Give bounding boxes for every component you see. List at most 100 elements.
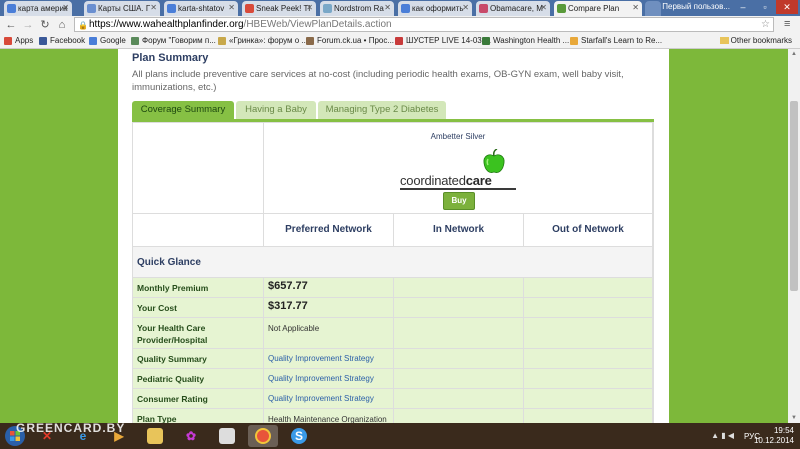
column-header-preferred: Preferred Network <box>264 214 394 247</box>
bookmark-item[interactable]: Apps <box>4 36 33 45</box>
close-icon[interactable]: ✕ <box>306 3 313 12</box>
folder-icon <box>719 37 729 44</box>
close-icon[interactable]: ✕ <box>228 3 235 12</box>
column-header-out-of-network: Out of Network <box>524 214 653 247</box>
bookmark-item[interactable]: Форум "Говорим п... <box>131 36 216 45</box>
browser-tab-strip: карта америк ✕ Карты США. Г ✕ karta-shtato… <box>0 0 800 16</box>
close-icon[interactable]: ✕ <box>462 3 469 12</box>
tab-coverage-summary[interactable]: Coverage Summary <box>132 101 234 119</box>
browser-tab[interactable]: как оформить ✕ <box>398 1 472 16</box>
close-icon[interactable]: ✕ <box>632 3 639 12</box>
quality-summary-link[interactable]: Quality Improvement Strategy <box>264 349 394 369</box>
tray-icons[interactable]: ▲ ▮ ◀ <box>711 431 734 440</box>
browser-tab[interactable]: Nordstrom Ra ✕ <box>320 1 394 16</box>
header-blank-cell <box>133 123 264 214</box>
browser-tab[interactable]: Карты США. Г ✕ <box>84 1 160 16</box>
carrier-name: Ambetter Silver <box>430 132 486 141</box>
row-label-quality-summary: Quality Summary <box>133 349 264 369</box>
scroll-up-arrow-icon[interactable]: ▲ <box>788 49 800 59</box>
page-scrollbar[interactable]: ▲ ▼ <box>788 49 800 423</box>
table-cell <box>394 409 524 423</box>
row-label-monthly-premium: Monthly Premium <box>133 278 264 298</box>
buy-button[interactable]: Buy <box>443 192 475 210</box>
your-cost-value: $317.77 <box>264 298 394 318</box>
table-cell <box>524 349 653 369</box>
taskbar-app[interactable]: S <box>284 425 314 447</box>
address-host: https://www.wahealthplanfinder.org <box>89 19 244 30</box>
table-cell <box>394 278 524 298</box>
table-cell <box>524 409 653 423</box>
new-tab-button[interactable] <box>645 1 661 16</box>
taskbar-app[interactable]: ✿ <box>176 425 206 447</box>
scroll-thumb[interactable] <box>790 101 798 291</box>
minimize-icon[interactable]: – <box>732 0 754 14</box>
browser-tab[interactable]: Obamacare, M ✕ <box>476 1 550 16</box>
plan-details-table: Ambetter Silver coordinatedcare Buy Pref… <box>132 122 654 423</box>
profile-button[interactable]: Первый пользов... <box>662 2 730 11</box>
row-label-plan-type: Plan Type <box>133 409 264 423</box>
bookmark-favicon-icon <box>131 37 139 45</box>
clock-time: 19:54 <box>773 426 794 435</box>
table-cell <box>524 278 653 298</box>
browser-tab-active[interactable]: Compare Plan ✕ <box>554 1 642 16</box>
page-title: Plan Summary <box>132 52 209 64</box>
folder-icon <box>147 428 163 444</box>
browser-tab[interactable]: Sneak Peek! Tl ✕ <box>242 1 316 16</box>
tab-favicon-icon <box>323 4 332 13</box>
table-cell <box>524 318 653 349</box>
bookmark-star-icon[interactable]: ☆ <box>761 18 770 31</box>
taskbar-app[interactable] <box>140 425 170 447</box>
tab-managing-diabetes[interactable]: Managing Type 2 Diabetes <box>318 101 446 119</box>
close-icon[interactable]: ✕ <box>540 3 547 12</box>
table-cell <box>394 298 524 318</box>
monthly-premium-value: $657.77 <box>264 278 394 298</box>
row-label-pediatric-quality: Pediatric Quality <box>133 369 264 389</box>
reload-icon[interactable]: ↻ <box>38 18 52 32</box>
taskbar-app-active[interactable] <box>248 425 278 447</box>
bookmark-item[interactable]: Starfall's Learn to Re... <box>570 36 662 45</box>
browser-toolbar: ← → ↻ ⌂ 🔒 https://www.wahealthplanfinder… <box>0 16 800 34</box>
row-label-provider-hospital: Your Health Care Provider/Hospital <box>133 318 264 349</box>
browser-tab[interactable]: карта америк ✕ <box>4 1 72 16</box>
forward-icon[interactable]: → <box>21 18 35 32</box>
other-bookmarks[interactable]: Other bookmarks <box>719 36 792 45</box>
apple-logo-icon <box>483 149 505 173</box>
plan-content: Plan Summary All plans include preventiv… <box>118 49 669 423</box>
carrier-logo: coordinatedcare <box>400 173 492 188</box>
bookmark-item[interactable]: Facebook <box>39 36 85 45</box>
table-cell <box>524 369 653 389</box>
home-icon[interactable]: ⌂ <box>55 18 69 32</box>
scroll-down-arrow-icon[interactable]: ▼ <box>788 413 800 423</box>
browser-tab[interactable]: karta-shtatov ✕ <box>164 1 238 16</box>
table-cell <box>394 389 524 409</box>
lock-icon: 🔒 <box>78 21 88 30</box>
table-cell <box>524 389 653 409</box>
bookmark-favicon-icon <box>395 37 403 45</box>
tab-having-a-baby[interactable]: Having a Baby <box>236 101 316 119</box>
tab-favicon-icon <box>557 4 566 13</box>
bookmark-item[interactable]: Washington Health ... <box>482 36 569 45</box>
close-icon[interactable]: ✕ <box>384 3 391 12</box>
pediatric-quality-link[interactable]: Quality Improvement Strategy <box>264 369 394 389</box>
close-window-icon[interactable]: ✕ <box>776 0 798 14</box>
clock-date: 10.12.2014 <box>753 436 794 445</box>
back-icon[interactable]: ← <box>4 18 18 32</box>
clock[interactable]: 19:54 10.12.2014 <box>754 426 794 446</box>
taskbar-app[interactable] <box>212 425 242 447</box>
bookmark-item[interactable]: Forum.ck.ua • Прос... <box>306 36 394 45</box>
close-icon[interactable]: ✕ <box>62 3 69 12</box>
skype-icon: S <box>291 428 307 444</box>
chrome-icon <box>255 428 271 444</box>
maximize-icon[interactable]: ▫ <box>754 0 776 14</box>
close-icon[interactable]: ✕ <box>150 3 157 12</box>
menu-icon[interactable]: ≡ <box>784 18 796 32</box>
watermark: GREENCARD.BY <box>16 421 126 435</box>
bookmark-item[interactable]: Google <box>89 36 126 45</box>
bookmark-favicon-icon <box>89 37 97 45</box>
apps-icon <box>4 37 12 45</box>
bookmark-item[interactable]: ШУСТЕР LIVE 14-03-... <box>395 36 491 45</box>
bookmarks-bar: Apps Facebook Google Форум "Говорим п...… <box>0 34 800 49</box>
address-bar[interactable]: 🔒 https://www.wahealthplanfinder.org/HBE… <box>74 17 774 32</box>
bookmark-item[interactable]: «Гринка»: форум о ... <box>218 36 308 45</box>
consumer-rating-link[interactable]: Quality Improvement Strategy <box>264 389 394 409</box>
